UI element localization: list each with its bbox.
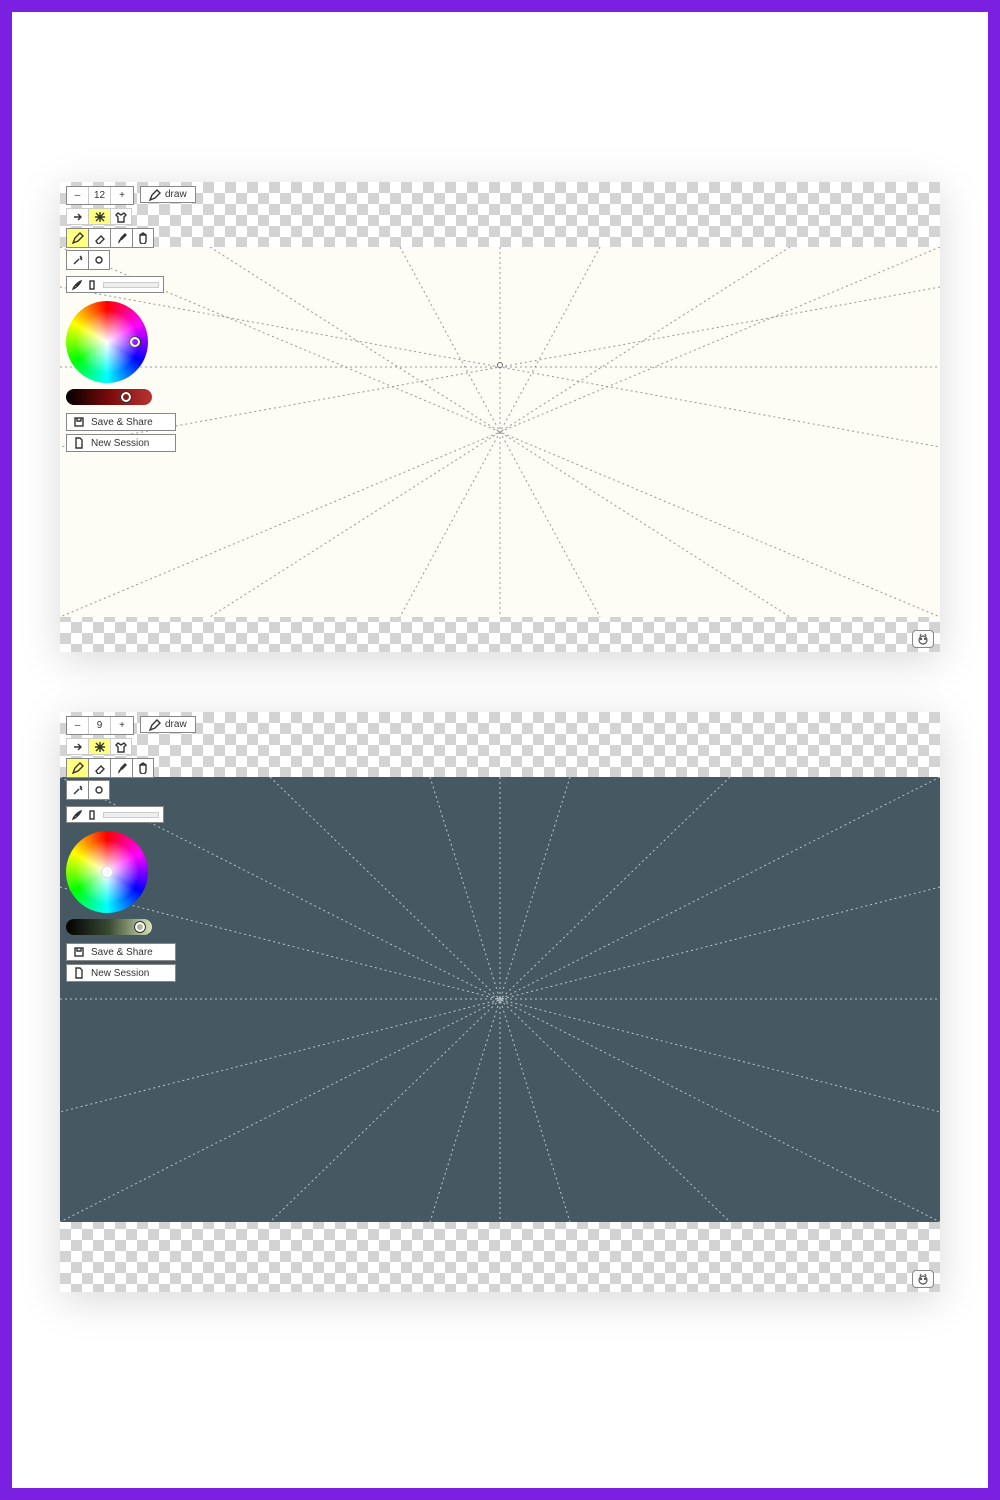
rect-icon bbox=[87, 809, 99, 821]
draw-mode-button[interactable]: draw bbox=[140, 716, 196, 733]
symmetry-preset-row bbox=[66, 738, 236, 755]
circle-icon bbox=[93, 784, 105, 796]
save-icon bbox=[73, 416, 85, 428]
pencil-tool[interactable] bbox=[66, 758, 88, 778]
circle-icon bbox=[93, 254, 105, 266]
save-share-label: Save & Share bbox=[91, 947, 153, 958]
brush-tool[interactable] bbox=[110, 228, 132, 248]
document-icon bbox=[73, 967, 85, 979]
sym-3-button[interactable] bbox=[110, 738, 132, 755]
brush-size-plus[interactable]: + bbox=[111, 187, 133, 204]
mascot-logo[interactable] bbox=[912, 630, 934, 648]
brush-icon bbox=[116, 232, 128, 244]
pencil-icon bbox=[72, 762, 84, 774]
brush-size-group: – 12 + bbox=[66, 186, 134, 205]
shape-tool[interactable] bbox=[88, 250, 110, 270]
color-wheel-cursor[interactable] bbox=[130, 337, 140, 347]
eyedropper-icon bbox=[72, 254, 84, 266]
burst-icon bbox=[94, 741, 106, 753]
tool-row-main bbox=[66, 228, 236, 248]
bucket-icon bbox=[137, 762, 149, 774]
arrow-icon bbox=[72, 211, 84, 223]
tool-row-secondary bbox=[66, 250, 236, 270]
brush-icon bbox=[116, 762, 128, 774]
symmetry-preset-row bbox=[66, 208, 236, 225]
save-icon bbox=[73, 946, 85, 958]
bucket-icon bbox=[137, 232, 149, 244]
save-share-button[interactable]: Save & Share bbox=[66, 943, 176, 961]
save-share-label: Save & Share bbox=[91, 417, 153, 428]
brush-size-value: 12 bbox=[89, 187, 111, 204]
pencil-icon bbox=[149, 189, 161, 201]
arrow-icon bbox=[72, 741, 84, 753]
mascot-logo[interactable] bbox=[912, 1270, 934, 1288]
bucket-tool[interactable] bbox=[132, 228, 154, 248]
sym-1-button[interactable] bbox=[66, 738, 88, 755]
luminance-slider[interactable] bbox=[66, 919, 152, 935]
tool-row-main bbox=[66, 758, 236, 778]
draw-mode-label: draw bbox=[165, 719, 187, 730]
save-share-button[interactable]: Save & Share bbox=[66, 413, 176, 431]
rect-icon bbox=[87, 279, 99, 291]
luminance-cursor[interactable] bbox=[135, 922, 145, 932]
feather-slider-group bbox=[66, 276, 164, 293]
document-icon bbox=[73, 437, 85, 449]
color-wheel[interactable] bbox=[66, 301, 148, 383]
luminance-cursor[interactable] bbox=[121, 392, 131, 402]
feather-slider[interactable] bbox=[103, 812, 159, 818]
drawing-app-panel-1: – 12 + draw bbox=[60, 182, 940, 652]
sym-2-button[interactable] bbox=[88, 738, 110, 755]
eyedropper-tool[interactable] bbox=[66, 780, 88, 800]
brush-size-minus[interactable]: – bbox=[67, 187, 89, 204]
sym-3-button[interactable] bbox=[110, 208, 132, 225]
brush-size-value: 9 bbox=[89, 717, 111, 734]
eraser-tool[interactable] bbox=[88, 758, 110, 778]
shirt-icon bbox=[115, 211, 127, 223]
color-wheel[interactable] bbox=[66, 831, 148, 913]
new-session-label: New Session bbox=[91, 438, 149, 449]
tool-sidebar: – 9 + draw bbox=[66, 716, 236, 985]
bucket-tool[interactable] bbox=[132, 758, 154, 778]
pencil-icon bbox=[149, 719, 161, 731]
new-session-label: New Session bbox=[91, 968, 149, 979]
brush-size-group: – 9 + bbox=[66, 716, 134, 735]
eyedropper-icon bbox=[72, 784, 84, 796]
eraser-icon bbox=[94, 232, 106, 244]
feather-icon bbox=[71, 809, 83, 821]
feather-slider[interactable] bbox=[103, 282, 159, 288]
symmetry-center-dot bbox=[497, 362, 503, 368]
eyedropper-tool[interactable] bbox=[66, 250, 88, 270]
shape-tool[interactable] bbox=[88, 780, 110, 800]
color-wheel-cursor[interactable] bbox=[102, 867, 112, 877]
sym-2-button[interactable] bbox=[88, 208, 110, 225]
pencil-tool[interactable] bbox=[66, 228, 88, 248]
burst-icon bbox=[94, 211, 106, 223]
feather-slider-group bbox=[66, 806, 164, 823]
new-session-button[interactable]: New Session bbox=[66, 434, 176, 452]
eraser-icon bbox=[94, 762, 106, 774]
brush-tool[interactable] bbox=[110, 758, 132, 778]
brush-size-plus[interactable]: + bbox=[111, 717, 133, 734]
tool-sidebar: – 12 + draw bbox=[66, 186, 236, 455]
draw-mode-button[interactable]: draw bbox=[140, 186, 196, 203]
shirt-icon bbox=[115, 741, 127, 753]
sym-1-button[interactable] bbox=[66, 208, 88, 225]
eraser-tool[interactable] bbox=[88, 228, 110, 248]
new-session-button[interactable]: New Session bbox=[66, 964, 176, 982]
brush-size-minus[interactable]: – bbox=[67, 717, 89, 734]
luminance-slider[interactable] bbox=[66, 389, 152, 405]
tool-row-secondary bbox=[66, 780, 236, 800]
draw-mode-label: draw bbox=[165, 189, 187, 200]
drawing-app-panel-2: – 9 + draw bbox=[60, 712, 940, 1292]
pencil-icon bbox=[72, 232, 84, 244]
feather-icon bbox=[71, 279, 83, 291]
